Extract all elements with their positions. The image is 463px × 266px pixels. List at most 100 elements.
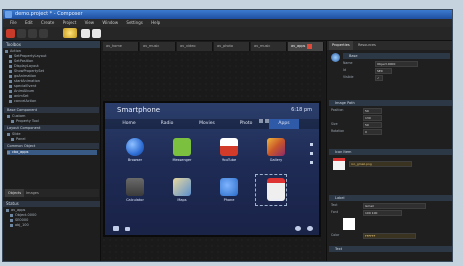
color-field[interactable]: FFFFFF xyxy=(363,233,416,239)
image-path-field[interactable]: ico_gmail.png xyxy=(349,161,412,167)
action-icon xyxy=(9,69,12,73)
menu-edit[interactable]: Edit xyxy=(25,20,33,25)
tab-av-home[interactable]: av_home xyxy=(103,42,139,51)
action-icon xyxy=(9,79,12,83)
menu-settings[interactable]: Settings xyxy=(126,20,142,25)
tab-objects[interactable]: Objects xyxy=(5,189,25,197)
component-icon xyxy=(11,137,14,141)
phone-tab-movies[interactable]: Movies xyxy=(193,119,221,129)
rotation-field[interactable]: 0 xyxy=(363,129,382,135)
search-icon[interactable] xyxy=(295,226,301,231)
settings-icon[interactable] xyxy=(307,226,313,231)
stop-icon[interactable] xyxy=(6,29,15,38)
font-field[interactable]: 100 100 xyxy=(363,210,402,216)
section-image-path[interactable]: Image Path xyxy=(329,100,452,106)
cursor-highlight-icon[interactable] xyxy=(63,28,77,38)
app-label: Gallery xyxy=(269,158,283,162)
prop-row: Size 50 xyxy=(331,121,451,128)
menu-window[interactable]: Window xyxy=(102,20,118,25)
phone-tab-apps[interactable]: Apps xyxy=(269,119,299,129)
prop-row: Name Object.0000 xyxy=(343,60,452,67)
back-icon[interactable] xyxy=(17,29,26,38)
section-label[interactable]: Label xyxy=(329,195,452,201)
prop-row: Imageico_gmail.png xyxy=(349,160,449,167)
status-icons xyxy=(259,108,279,123)
tab-av-music-2[interactable]: av_music xyxy=(251,42,287,51)
phone-tab-photo[interactable]: Photo xyxy=(232,119,260,129)
prop-row: Font 100 100 xyxy=(331,209,451,216)
messenger-icon xyxy=(173,138,191,156)
calculator-icon xyxy=(126,178,144,196)
app-phone[interactable]: Phone xyxy=(214,178,244,208)
action-icon xyxy=(9,84,12,88)
menu-help[interactable]: Help xyxy=(151,20,160,25)
phone-bottom-bar xyxy=(105,222,319,235)
action-icon xyxy=(9,94,12,98)
tree-item[interactable]: obj_100 xyxy=(10,223,105,228)
app-calculator[interactable]: Calculator xyxy=(120,178,150,208)
phone-tab-radio[interactable]: Radio xyxy=(153,119,181,129)
phone-tabbar: Home Radio Movies Photo Apps xyxy=(105,119,319,129)
page-icon[interactable] xyxy=(81,29,90,38)
smartphone-preview[interactable]: Smartphone 6:18 pm Home Radio Movies Pho… xyxy=(103,101,321,237)
section-base-component[interactable]: Base Component xyxy=(4,107,99,113)
phone-tab-home[interactable]: Home xyxy=(115,119,143,129)
refresh-icon[interactable] xyxy=(39,29,48,38)
tree-item-selected[interactable]: cbo_apps xyxy=(7,150,97,155)
tab-images[interactable]: Images xyxy=(23,189,42,197)
color-swatch[interactable] xyxy=(343,218,355,230)
tab-resources[interactable]: Resources xyxy=(355,41,379,50)
tab-av-photo[interactable]: av_photo xyxy=(214,42,250,51)
visible-checkbox[interactable]: ✓ xyxy=(375,75,383,81)
prop-row: Rotation 0 xyxy=(331,128,451,135)
menu-project[interactable]: Project xyxy=(63,20,77,25)
object-icon xyxy=(10,218,13,222)
save-icon[interactable] xyxy=(92,29,101,38)
prop-row: Text Gmail xyxy=(331,202,451,209)
app-label: Phone xyxy=(223,198,235,202)
folder-icon xyxy=(7,114,10,118)
app-gmail[interactable]: Gmail xyxy=(261,178,291,208)
app-window: demo.project * - Composer File Edit Crea… xyxy=(2,9,453,262)
app-browser[interactable]: Browser xyxy=(120,138,150,168)
tree-item[interactable]: Panel xyxy=(11,137,106,142)
app-label: Calculator xyxy=(126,198,144,202)
action-icon xyxy=(9,74,12,78)
tab-properties[interactable]: Properties xyxy=(329,41,353,50)
section-icon-item[interactable]: Icon Item xyxy=(329,149,452,155)
section-base[interactable]: Base xyxy=(343,53,450,59)
menu-view[interactable]: View xyxy=(85,20,95,25)
properties-tabbar: Properties Resources xyxy=(327,41,452,50)
tab-av-video[interactable]: av_video xyxy=(177,42,213,51)
app-label: Messenger xyxy=(172,158,192,162)
section-common-object[interactable]: Common Object xyxy=(4,143,99,149)
app-messenger[interactable]: Messenger xyxy=(167,138,197,168)
tab-av-music[interactable]: av_music xyxy=(140,42,176,51)
app-label: YouTube xyxy=(221,158,237,162)
status-header: Status xyxy=(3,201,100,207)
forward-icon[interactable] xyxy=(28,29,37,38)
tree-item[interactable]: cancelAction xyxy=(9,99,104,104)
app-label: Browser xyxy=(127,158,143,162)
home-icon[interactable] xyxy=(113,226,119,231)
object-thumbnail-icon xyxy=(331,53,340,62)
app-maps[interactable]: Maps xyxy=(167,178,197,208)
section-text[interactable]: Text xyxy=(329,246,452,252)
action-icon xyxy=(9,64,12,68)
object-icon xyxy=(10,213,13,217)
section-layout-component[interactable]: Layout Component xyxy=(4,125,99,131)
menu-file[interactable]: File xyxy=(10,20,17,25)
close-icon[interactable] xyxy=(307,43,313,49)
tab-av-apps[interactable]: av_apps xyxy=(288,42,324,51)
app-youtube[interactable]: YouTube xyxy=(214,138,244,168)
menu-create[interactable]: Create xyxy=(41,20,54,25)
phone-clock: 6:18 pm xyxy=(291,107,312,113)
objects-tabbar: Objects Images xyxy=(3,189,99,197)
app-gallery[interactable]: Gallery xyxy=(261,138,291,168)
prop-row: Visible ✓ xyxy=(343,74,452,81)
action-icon xyxy=(9,59,12,63)
tree-item[interactable]: Property Tool xyxy=(11,119,106,124)
title-bar: demo.project * - Composer xyxy=(3,10,452,19)
design-canvas[interactable]: Smartphone 6:18 pm Home Radio Movies Pho… xyxy=(101,51,325,261)
back-arrow-icon[interactable] xyxy=(125,227,130,231)
